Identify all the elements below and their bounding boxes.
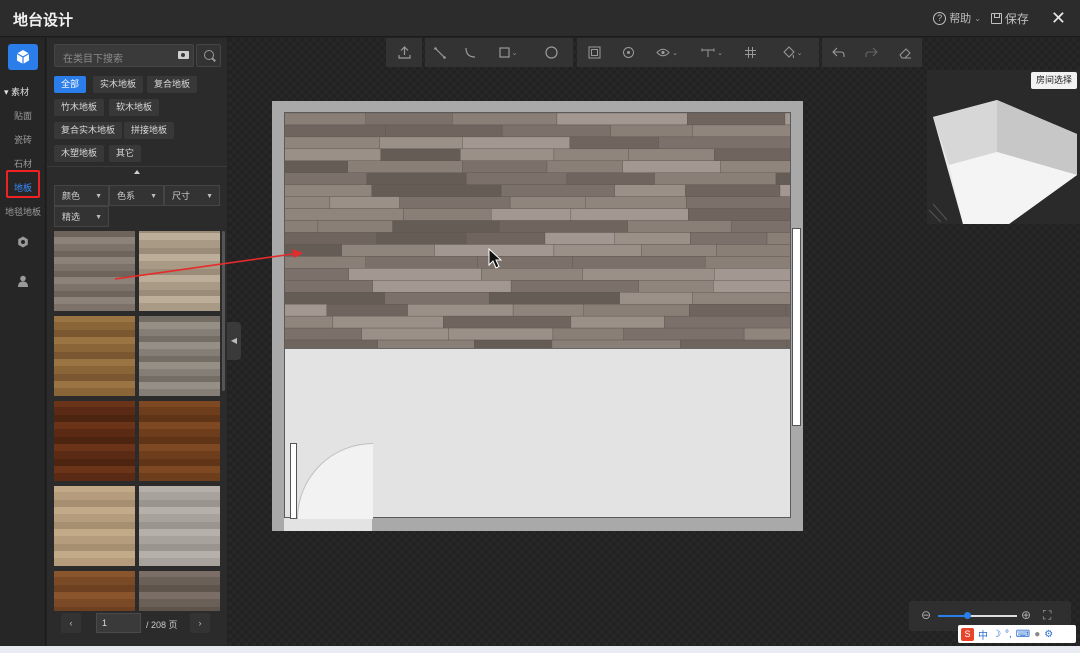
mouse-cursor-icon [488, 247, 503, 269]
zoom-slider-handle[interactable] [964, 612, 971, 619]
zoom-slider-fill [938, 615, 966, 617]
os-taskbar [0, 646, 1080, 653]
moon-icon: ☽ [992, 628, 1001, 640]
fullscreen-icon[interactable]: ⛶ [1043, 608, 1051, 623]
ime-toolbar[interactable]: S 中 ☽ °, ⌨ ● ⚙ [958, 625, 1076, 643]
zoom-out-icon[interactable]: ⊖ [921, 608, 931, 622]
annotation-overlay [114, 247, 503, 280]
ime-logo-icon: S [961, 627, 974, 641]
keyboard-icon: ⌨ [1015, 628, 1031, 640]
gear-icon: ⚙ [1044, 628, 1054, 640]
3d-preview[interactable] [927, 70, 1080, 224]
room-select-button[interactable]: 房间选择 [1031, 72, 1078, 89]
zoom-in-icon[interactable]: ⊕ [1021, 608, 1031, 622]
punctuation-icon: °, [1004, 628, 1012, 640]
room-3d-render [928, 100, 1077, 224]
user-icon: ● [1034, 628, 1041, 640]
app-window: 地台设计 ? 帮助 ⌄ 保存 ✕ ▾ 素材 贴面 瓷砖 石材 地板 地毯地板 在… [0, 0, 1080, 653]
ime-mode-label: 中 [978, 630, 988, 642]
